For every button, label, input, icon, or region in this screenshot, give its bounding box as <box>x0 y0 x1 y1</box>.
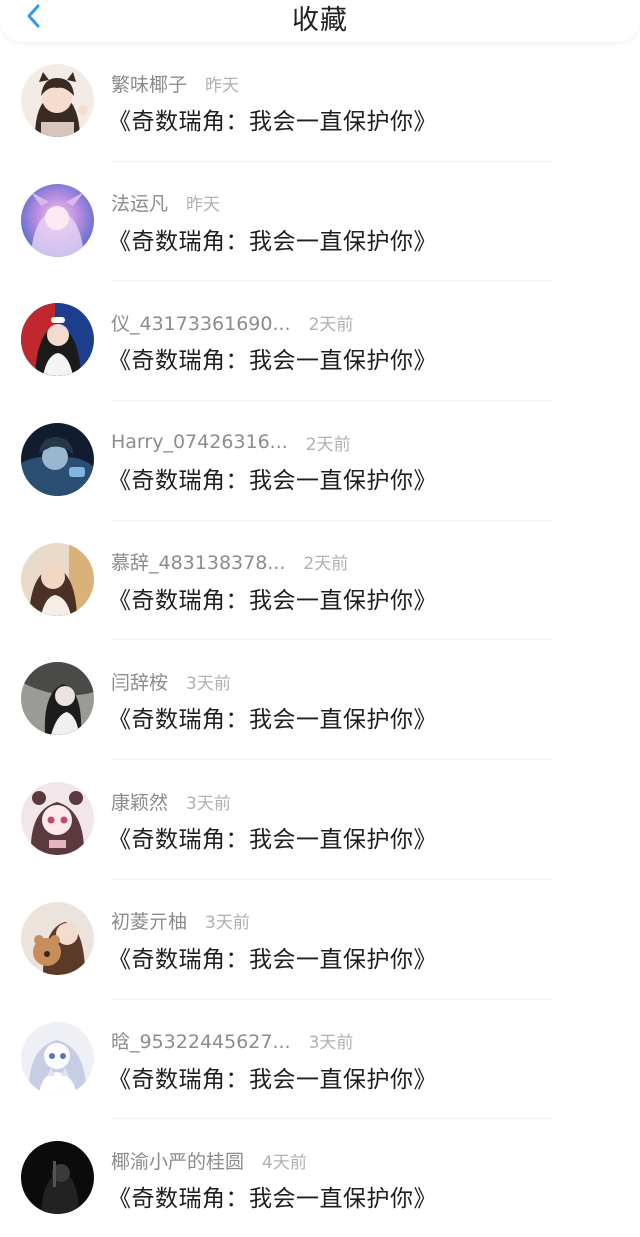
item-meta: 康颖然 3天前 <box>111 788 231 814</box>
user-name[interactable]: 椰渝小严的桂圆 <box>111 1147 244 1174</box>
list-item[interactable]: 闫辞桉 3天前 《奇数瑞角：我会一直保护你》 <box>0 640 640 761</box>
list-item[interactable]: 康颖然 3天前 《奇数瑞角：我会一直保护你》 <box>0 760 640 880</box>
page-title: 收藏 <box>292 5 348 36</box>
list-item[interactable]: 初菱亓柚 3天前 《奇数瑞角：我会一直保护你》 <box>0 880 640 1000</box>
work-title[interactable]: 《奇数瑞角：我会一直保护你》 <box>108 581 437 615</box>
work-title[interactable]: 《奇数瑞角：我会一直保护你》 <box>108 222 437 256</box>
item-meta: 慕辞_483138378... 2天前 <box>111 549 348 575</box>
work-title[interactable]: 《奇数瑞角：我会一直保护你》 <box>108 1179 437 1213</box>
user-name[interactable]: 初菱亓柚 <box>111 907 187 934</box>
list-item[interactable]: 仪_43173361690... 2天前 《奇数瑞角：我会一直保护你》 <box>0 281 640 402</box>
list-item[interactable]: 晗_95322445627... 3天前 《奇数瑞角：我会一直保护你》 <box>0 1000 640 1120</box>
avatar[interactable] <box>21 1021 94 1095</box>
user-name[interactable]: 慕辞_483138378... <box>111 548 285 575</box>
user-name[interactable]: 闫辞桉 <box>111 668 168 695</box>
list-item[interactable]: 椰渝小严的桂圆 4天前 《奇数瑞角：我会一直保护你》 <box>0 1119 640 1237</box>
favorites-screen: 收藏 繁味椰子 昨天 《奇数瑞角：我会一直保护你》 法运凡 昨天 《奇数瑞角：我… <box>0 0 640 1237</box>
item-meta: Harry_07426316... 2天前 <box>111 429 351 455</box>
user-name[interactable]: 繁味椰子 <box>111 70 187 97</box>
timestamp: 3天前 <box>186 793 231 814</box>
timestamp: 3天前 <box>205 913 250 934</box>
avatar[interactable] <box>21 64 94 137</box>
list-item[interactable]: Harry_07426316... 2天前 《奇数瑞角：我会一直保护你》 <box>0 401 640 521</box>
work-title[interactable]: 《奇数瑞角：我会一直保护你》 <box>108 102 437 136</box>
avatar[interactable] <box>21 782 94 856</box>
work-title[interactable]: 《奇数瑞角：我会一直保护你》 <box>108 341 437 375</box>
avatar[interactable] <box>21 1141 94 1215</box>
favorites-list: 繁味椰子 昨天 《奇数瑞角：我会一直保护你》 法运凡 昨天 《奇数瑞角：我会一直… <box>0 42 640 1237</box>
item-meta: 初菱亓柚 3天前 <box>111 908 250 934</box>
user-name[interactable]: 仪_43173361690... <box>111 309 291 336</box>
timestamp: 2天前 <box>303 554 349 575</box>
avatar[interactable] <box>21 423 94 497</box>
item-meta: 仪_43173361690... 2天前 <box>111 309 353 335</box>
work-title[interactable]: 《奇数瑞角：我会一直保护你》 <box>108 1060 437 1094</box>
timestamp: 昨天 <box>186 195 221 216</box>
item-meta: 闫辞桉 3天前 <box>111 668 231 694</box>
timestamp: 4天前 <box>262 1152 307 1173</box>
item-meta: 椰渝小严的桂圆 4天前 <box>111 1147 307 1173</box>
work-title[interactable]: 《奇数瑞角：我会一直保护你》 <box>108 700 437 734</box>
list-item[interactable]: 法运凡 昨天 《奇数瑞角：我会一直保护你》 <box>0 162 640 282</box>
avatar[interactable] <box>21 901 94 975</box>
work-title[interactable]: 《奇数瑞角：我会一直保护你》 <box>108 820 437 854</box>
avatar[interactable] <box>21 542 94 616</box>
user-name[interactable]: 法运凡 <box>111 189 168 216</box>
list-item[interactable]: 繁味椰子 昨天 《奇数瑞角：我会一直保护你》 <box>0 42 640 162</box>
avatar[interactable] <box>21 662 94 736</box>
timestamp: 2天前 <box>308 314 354 335</box>
user-name[interactable]: 晗_95322445627... <box>111 1027 291 1054</box>
work-title[interactable]: 《奇数瑞角：我会一直保护你》 <box>108 461 437 495</box>
top-bar: 收藏 <box>0 0 640 42</box>
timestamp: 3天前 <box>308 1033 354 1053</box>
item-meta: 法运凡 昨天 <box>111 190 220 216</box>
timestamp: 昨天 <box>205 75 240 96</box>
item-meta: 繁味椰子 昨天 <box>111 70 239 96</box>
item-meta: 晗_95322445627... 3天前 <box>111 1028 353 1054</box>
user-name[interactable]: Harry_07426316... <box>111 431 288 453</box>
list-item[interactable]: 慕辞_483138378... 2天前 《奇数瑞角：我会一直保护你》 <box>0 521 640 641</box>
work-title[interactable]: 《奇数瑞角：我会一直保护你》 <box>108 940 437 974</box>
avatar[interactable] <box>21 303 94 377</box>
user-name[interactable]: 康颖然 <box>111 788 168 815</box>
avatar[interactable] <box>21 183 94 257</box>
timestamp: 3天前 <box>186 673 231 694</box>
timestamp: 2天前 <box>305 434 351 455</box>
